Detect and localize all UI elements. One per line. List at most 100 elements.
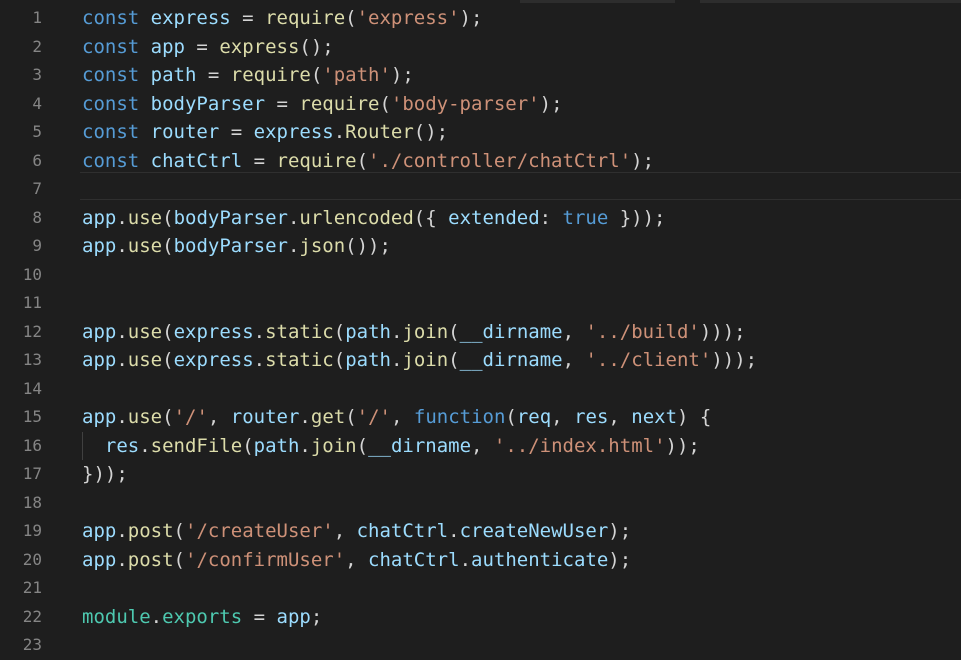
code-line[interactable]: 4 const bodyParser = require('body-parser… (0, 90, 961, 119)
code-token: express (253, 121, 334, 143)
line-number: 1 (32, 8, 42, 27)
code-line[interactable]: 6 const chatCtrl = require('./controller/… (0, 147, 961, 176)
code-line[interactable]: 14 (0, 375, 961, 404)
code-line[interactable]: 9 app.use(bodyParser.json()); (0, 232, 961, 261)
code-line[interactable]: 1 const express = require('express'); (0, 4, 961, 33)
code-line[interactable]: 11 (0, 289, 961, 318)
code-text[interactable]: app.post('/confirmUser', chatCtrl.authen… (82, 546, 631, 575)
code-token: '/' (356, 406, 391, 428)
code-token: = (219, 121, 254, 143)
code-token: ( (448, 349, 460, 371)
line-number: 3 (32, 65, 42, 84)
code-token: join (310, 434, 357, 457)
code-token: router (150, 121, 220, 143)
code-token: ( (162, 206, 174, 229)
code-text[interactable]: })); (82, 460, 128, 489)
code-line[interactable]: 8 app.use(bodyParser.urlencoded({ extende… (0, 204, 961, 233)
code-token: ( (162, 320, 174, 343)
code-token: , (390, 406, 414, 428)
code-line[interactable]: 5 const router = express.Router(); (0, 118, 961, 147)
code-editor[interactable]: 1 const express = require('express'); 2 con… (0, 0, 961, 660)
code-token: ( (173, 548, 185, 571)
code-token: . (116, 406, 128, 428)
code-token: 'path' (322, 64, 391, 86)
code-text[interactable]: const bodyParser = require('body-parser'… (82, 90, 563, 119)
code-line[interactable]: 10 (0, 261, 961, 290)
code-token: app (82, 320, 117, 343)
code-token: router (230, 406, 300, 428)
code-token: app (276, 605, 311, 628)
code-text[interactable]: app.post('/createUser', chatCtrl.createN… (82, 517, 631, 546)
code-token: . (253, 320, 266, 343)
code-token: const (82, 121, 140, 143)
code-token: require (276, 149, 357, 172)
code-text[interactable]: app.use(bodyParser.urlencoded({ extended… (82, 204, 666, 233)
code-token: 'express' (356, 7, 460, 29)
code-token: './controller/chatCtrl' (368, 149, 632, 172)
code-token: ( (310, 64, 323, 86)
code-text[interactable]: app.use('/', router.get('/', function(re… (82, 403, 711, 432)
code-token: ( (173, 520, 185, 542)
code-token: require (299, 92, 380, 115)
code-line[interactable]: 16 res.sendFile(path.join(__dirname, '..… (0, 432, 961, 461)
code-line[interactable]: 21 (0, 574, 961, 603)
code-token: . (150, 605, 163, 628)
code-text[interactable]: module.exports = app; (82, 603, 322, 632)
code-token: path (253, 434, 300, 457)
code-token: express (173, 320, 254, 343)
line-number: 6 (32, 150, 42, 170)
code-token: express (219, 35, 300, 58)
line-number: 13 (22, 350, 42, 369)
code-token: '/confirmUser' (185, 548, 346, 571)
code-text[interactable]: app.use(express.static(path.join(__dirna… (82, 318, 746, 347)
tab-strip-segment (520, 0, 675, 3)
code-token: Router (345, 121, 414, 143)
code-line[interactable]: 23 (0, 631, 961, 660)
code-token: (); (413, 121, 449, 143)
code-line[interactable]: 7 (0, 175, 961, 204)
code-token: chatCtrl (356, 520, 449, 542)
code-token: ) { (677, 406, 712, 428)
code-line[interactable]: 3 const path = require('path'); (0, 61, 961, 90)
code-text[interactable]: const chatCtrl = require('./controller/c… (82, 147, 654, 176)
code-token: . (116, 349, 128, 371)
code-text[interactable]: app.use(bodyParser.json()); (82, 232, 391, 261)
code-token: = (184, 35, 220, 58)
code-token: bodyParser (173, 206, 288, 229)
line-number: 4 (32, 93, 42, 113)
code-text[interactable]: const router = express.Router(); (82, 118, 448, 147)
code-token: ()); (345, 235, 391, 257)
code-token: (); (299, 35, 334, 58)
code-line[interactable]: 20 app.post('/confirmUser', chatCtrl.auth… (0, 546, 961, 575)
code-line[interactable]: 18 (0, 489, 961, 518)
line-number: 19 (22, 521, 42, 540)
code-text[interactable]: res.sendFile(path.join(__dirname, '../in… (82, 432, 700, 461)
code-line[interactable]: 13 app.use(express.static(path.join(__dir… (0, 346, 961, 375)
code-token: app (82, 235, 117, 257)
line-number: 22 (22, 606, 42, 626)
code-text[interactable]: const path = require('path'); (82, 61, 414, 90)
line-number: 10 (22, 264, 42, 284)
code-line[interactable]: 17})); (0, 460, 961, 489)
code-text[interactable]: const app = express(); (82, 33, 334, 62)
code-token: require (230, 64, 311, 86)
code-token: app (150, 35, 185, 58)
code-token: ( (356, 434, 369, 457)
code-line[interactable]: 15 app.use('/', router.get('/', function(… (0, 403, 961, 432)
code-token: , (551, 406, 575, 428)
code-text[interactable]: const express = require('express'); (82, 4, 482, 33)
code-token: ( (162, 349, 174, 371)
code-token: })); (82, 463, 128, 485)
code-token: ))); (699, 320, 746, 343)
code-line[interactable]: 2 const app = express(); (0, 33, 961, 62)
code-line[interactable]: 22 module.exports = app; (0, 603, 961, 632)
code-token: __dirname (368, 434, 472, 457)
code-line[interactable]: 12 app.use(express.static(path.join(__dir… (0, 318, 961, 347)
code-text[interactable]: app.use(express.static(path.join(__dirna… (82, 346, 757, 375)
code-token: authenticate (471, 548, 609, 571)
code-token: . (287, 206, 300, 229)
code-line[interactable]: 19 app.post('/createUser', chatCtrl.creat… (0, 517, 961, 546)
